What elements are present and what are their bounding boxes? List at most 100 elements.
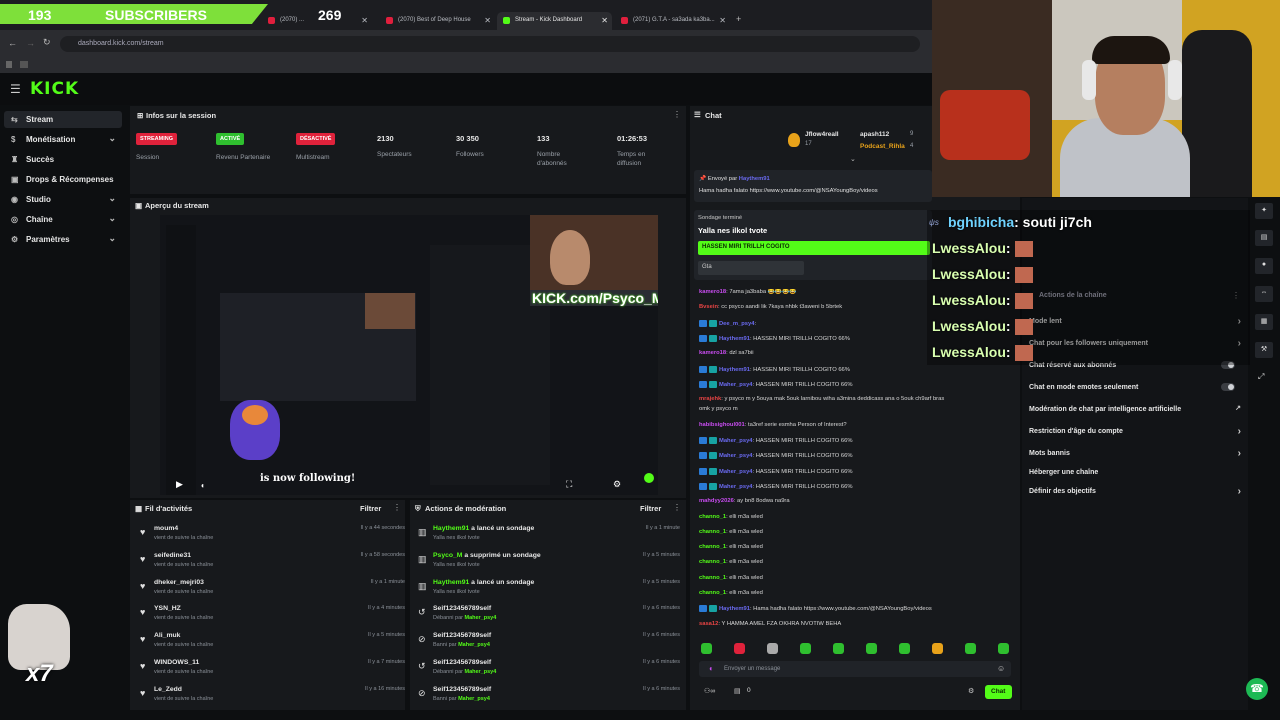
close-icon[interactable]: ✕ bbox=[719, 16, 726, 25]
activity-user[interactable]: seifedine31 bbox=[154, 552, 191, 559]
layout-tool-icon[interactable]: ▦ bbox=[1255, 314, 1273, 330]
chat-username[interactable]: channo_1 bbox=[699, 514, 726, 520]
back-icon[interactable]: ← bbox=[8, 38, 17, 48]
moderation-sub-user[interactable]: Maher_psy4 bbox=[465, 669, 497, 675]
setting-item[interactable]: Mots bannis › bbox=[1029, 448, 1241, 459]
moderation-sub-user[interactable]: Maher_psy4 bbox=[465, 615, 497, 621]
emote-icon[interactable] bbox=[866, 643, 877, 654]
activity-row[interactable]: ♥ WINDOWS_11 vient de suivre la chaîne Il y… bbox=[140, 659, 405, 685]
chat-message[interactable]: Maher_psy4: HASSEN MIRI TRILLH COGITO 66… bbox=[699, 467, 1017, 475]
chat-message[interactable]: Maher_psy4: HASSEN MIRI TRILLH COGITO 66… bbox=[699, 482, 1017, 490]
chat-username[interactable]: kamero18 bbox=[699, 350, 726, 356]
chat-message[interactable]: Maher_psy4: HASSEN MIRI TRILLH COGITO 66… bbox=[699, 452, 1017, 459]
close-icon[interactable]: ✕ bbox=[601, 16, 608, 25]
link-tool-icon[interactable]: ⤢ bbox=[1258, 372, 1264, 382]
bookmark-icon[interactable] bbox=[20, 61, 28, 68]
moderation-row[interactable]: ▥ Psyco_M a supprimé un sondage Yalla nes … bbox=[418, 552, 680, 578]
play-icon[interactable]: ▶ bbox=[176, 479, 183, 490]
chat-username[interactable]: Haythem91 bbox=[719, 336, 750, 342]
fullscreen-icon[interactable]: ⛶ bbox=[566, 479, 572, 490]
chat-message[interactable]: channo_1: elli m3a wled bbox=[699, 514, 1017, 520]
emote-icon[interactable] bbox=[701, 643, 712, 654]
activity-row[interactable]: ♥ moum4 vient de suivre la chaîne Il y a 44… bbox=[140, 525, 405, 551]
chat-username[interactable]: Haythem91 bbox=[719, 367, 750, 373]
chat-tool-icon[interactable]: ● bbox=[1255, 258, 1273, 274]
chat-username[interactable]: Haythem91 bbox=[719, 606, 750, 612]
chat-message[interactable]: omk y psyco m bbox=[699, 406, 1017, 412]
volume-icon[interactable]: ◖ bbox=[200, 481, 205, 490]
chat-username[interactable]: mahdyy2026 bbox=[699, 498, 734, 504]
activity-row[interactable]: ♥ Le_Zedd vient de suivre la chaîne Il y a … bbox=[140, 686, 405, 712]
help-support-icon[interactable]: ☎ bbox=[1246, 678, 1268, 700]
chevron-down-icon[interactable]: ⌄ bbox=[850, 155, 856, 163]
chat-username[interactable]: mrajehk bbox=[699, 396, 721, 402]
moderation-row[interactable]: ▥ Haythem91 a lancé un sondage Yalla nes i… bbox=[418, 579, 680, 605]
chat-username[interactable]: Maher_psy4 bbox=[719, 438, 753, 444]
url-field[interactable]: dashboard.kick.com/stream bbox=[60, 36, 920, 52]
pinned-user[interactable]: Haythem91 bbox=[739, 176, 770, 182]
chat-username[interactable]: Maher_psy4 bbox=[719, 453, 753, 459]
browser-tab-youtube-2[interactable]: (2071) G.T.A - sa3ada ka3ba... ✕ bbox=[615, 12, 730, 30]
moderation-sub-user[interactable]: Maher_psy4 bbox=[458, 642, 490, 648]
chat-message[interactable]: sasa12: Y HAMMA AMEL FZA OKHRA NVOTIW BE… bbox=[699, 621, 1017, 627]
setting-item[interactable]: Héberger une chaîne bbox=[1029, 469, 1241, 476]
top-gifter-name[interactable]: apash112 bbox=[860, 131, 889, 138]
activity-row[interactable]: ♥ seifedine31 vient de suivre la chaîne Il … bbox=[140, 552, 405, 578]
emote-icon[interactable]: ◐ bbox=[709, 664, 714, 673]
top-gifter-name[interactable]: Podcast_Rihla bbox=[860, 143, 905, 150]
settings-icon[interactable]: ⚙ bbox=[613, 479, 621, 490]
emote-icon[interactable] bbox=[800, 643, 811, 654]
activity-user[interactable]: YSN_HZ bbox=[154, 605, 181, 612]
chat-username[interactable]: Dee_m_psy4 bbox=[719, 321, 754, 327]
activity-row[interactable]: ♥ dheker_mejri03 vient de suivre la chaîne… bbox=[140, 579, 405, 605]
sidebar-item-chaine[interactable]: ◎ Chaîne ⌄ bbox=[4, 211, 122, 228]
chat-username[interactable]: Maher_psy4 bbox=[719, 484, 753, 490]
moderation-sub-user[interactable]: Maher_psy4 bbox=[458, 696, 490, 702]
sidebar-item-succes[interactable]: ♜ Succès bbox=[4, 151, 122, 168]
smiley-icon[interactable]: ☺ bbox=[997, 664, 1005, 673]
chat-username[interactable]: Maher_psy4 bbox=[719, 469, 753, 475]
doc-tool-icon[interactable]: ▤ bbox=[1255, 230, 1273, 246]
chat-username[interactable]: sasa12 bbox=[699, 621, 718, 627]
hamburger-menu-icon[interactable]: ☰ bbox=[10, 82, 21, 96]
wrench-tool-icon[interactable]: ⚒ bbox=[1255, 342, 1273, 358]
setting-item[interactable]: Définir des objectifs › bbox=[1029, 486, 1241, 497]
chat-username[interactable]: channo_1 bbox=[699, 575, 726, 581]
bookmark-icon[interactable] bbox=[6, 61, 12, 68]
setting-item[interactable]: Restriction d'âge du compte › bbox=[1029, 426, 1241, 437]
activity-user[interactable]: moum4 bbox=[154, 525, 178, 532]
pin-tool-icon[interactable]: ✦ bbox=[1255, 203, 1273, 219]
chat-message[interactable]: Haythem91: Hama hadha falato https://www… bbox=[699, 605, 1017, 612]
chat-username[interactable]: kamero18 bbox=[699, 289, 726, 295]
browser-tab-kick[interactable]: Stream - Kick Dashboard ✕ bbox=[497, 12, 612, 30]
sidebar-item-parametres[interactable]: ⚙ Paramètres ⌄ bbox=[4, 231, 122, 248]
chat-username[interactable]: channo_1 bbox=[699, 529, 726, 535]
chat-username[interactable]: Maher_psy4 bbox=[719, 382, 753, 388]
chat-username[interactable]: channo_1 bbox=[699, 590, 726, 596]
chat-message[interactable]: channo_1: elli m3a wled bbox=[699, 590, 1017, 596]
emote-icon[interactable] bbox=[965, 643, 976, 654]
chat-username[interactable]: channo_1 bbox=[699, 559, 726, 565]
toggle-switch[interactable] bbox=[1221, 383, 1235, 391]
emote-icon[interactable] bbox=[833, 643, 844, 654]
chat-message[interactable]: Haythem91: HASSEN MIRI TRILLH COGITO 66% bbox=[699, 365, 1017, 373]
moderation-user[interactable]: Haythem91 bbox=[433, 579, 469, 586]
sidebar-item-stream[interactable]: ⇆ Stream bbox=[4, 111, 122, 128]
users-icon[interactable]: ⚇∞ bbox=[704, 687, 715, 695]
activity-filter-button[interactable]: Filtrer bbox=[360, 504, 381, 513]
activity-user[interactable]: Le_Zedd bbox=[154, 686, 182, 693]
top-gifter-name[interactable]: Jflow4reall bbox=[805, 131, 839, 138]
moderation-row[interactable]: ▥ Haythem91 a lancé un sondage Yalla nes i… bbox=[418, 525, 680, 551]
send-chat-button[interactable]: Chat bbox=[985, 685, 1012, 699]
sidebar-item-monetisation[interactable]: $ Monétisation ⌄ bbox=[4, 131, 122, 148]
chat-message[interactable]: channo_1: elli m3a wled bbox=[699, 529, 1017, 535]
more-options-icon[interactable]: ⋮ bbox=[673, 503, 681, 512]
settings-icon[interactable]: ⚙ bbox=[968, 687, 974, 695]
activity-user[interactable]: Ali_muk bbox=[154, 632, 180, 639]
activity-row[interactable]: ♥ Ali_muk vient de suivre la chaîne Il y a … bbox=[140, 632, 405, 658]
moderation-row[interactable]: ⊘ Seif123456789self Banni par Maher_psy4 Il… bbox=[418, 686, 680, 712]
moderation-filter-button[interactable]: Filtrer bbox=[640, 504, 661, 513]
setting-item[interactable]: Chat en mode emotes seulement bbox=[1029, 383, 1241, 391]
pinned-text[interactable]: Hama hadha falato https://www.youtube.co… bbox=[699, 188, 931, 194]
kick-logo[interactable]: KICK bbox=[30, 79, 79, 99]
